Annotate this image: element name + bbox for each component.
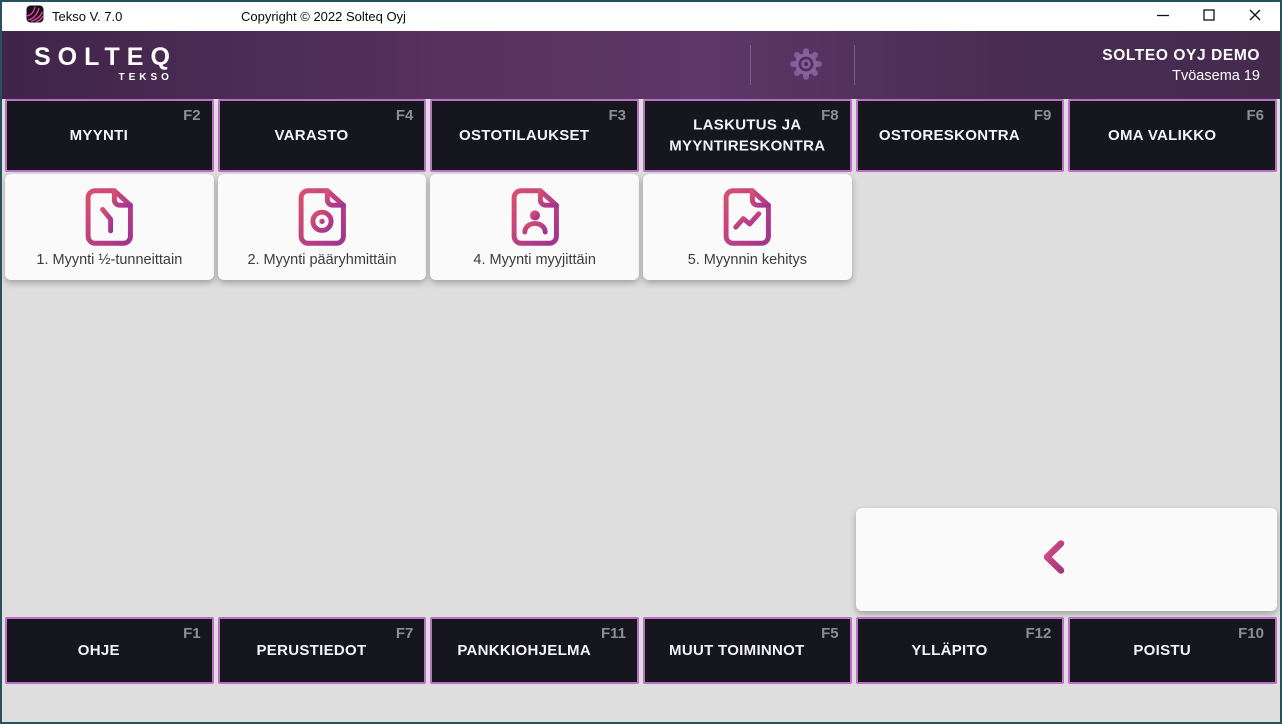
titlebar: Tekso V. 7.0 Copyright © 2022 Solteq Oyj (2, 2, 1280, 31)
logo-primary-text: SOLTEQ (34, 45, 177, 70)
menu-button-oma-valikko[interactable]: F6 OMA VALIKKO (1068, 99, 1277, 172)
minimize-button[interactable] (1140, 2, 1186, 31)
menu-button-myynti[interactable]: F2 MYYNTI (5, 99, 214, 172)
document-clock-icon (82, 187, 136, 252)
settings-button[interactable] (788, 46, 824, 84)
minimize-icon (1157, 9, 1169, 24)
menu-button-ostotilaukset[interactable]: F3 OSTOTILAUKSET (430, 99, 639, 172)
bottom-button-row: F1 OHJE F7 PERUSTIEDOT F11 PANKKIOHJELMA… (2, 617, 1280, 684)
company-name: SOLTEO OYJ DEMO (1102, 47, 1260, 65)
tile-label: 2. Myynti pääryhmittäin (247, 252, 396, 268)
header-divider-right (854, 45, 855, 85)
tile-myynti-half-hour[interactable]: 1. Myynti ½-tunneittain (5, 174, 214, 280)
menu-button-varasto[interactable]: F4 VARASTO (218, 99, 427, 172)
top-button-row: F2 MYYNTI F4 VARASTO F3 OSTOTILAUKSET F8… (2, 99, 1280, 172)
fkey-badge: F4 (396, 107, 414, 124)
button-label: OMA VALIKKO (1085, 125, 1239, 147)
arrow-left-icon (1037, 537, 1095, 582)
button-label: PANKKIOHJELMA (447, 640, 601, 662)
document-person-icon (508, 187, 562, 252)
window-title: Tekso V. 7.0 (52, 9, 122, 24)
app-window: Tekso V. 7.0 Copyright © 2022 Solteq Oyj (0, 0, 1282, 724)
button-label: OSTORESKONTRA (873, 125, 1027, 147)
header-divider-left (750, 45, 751, 85)
button-label: POISTU (1085, 640, 1239, 662)
button-label: OHJE (22, 640, 176, 662)
tile-label: 1. Myynti ½-tunneittain (36, 252, 182, 268)
tile-row: 1. Myynti ½-tunneittain 2. Myynti pääryh… (2, 174, 1280, 280)
close-button[interactable] (1232, 2, 1278, 31)
button-label: MYYNTI (22, 125, 176, 147)
session-info: SOLTEO OYJ DEMO Tvöasema 19 (1102, 31, 1260, 99)
button-label: LASKUTUS JA MYYNTIRESKONTRA (653, 114, 842, 158)
maximize-icon (1203, 9, 1215, 24)
workstation-label: Tvöasema 19 (1172, 68, 1260, 84)
fkey-badge: F11 (601, 625, 626, 642)
main-area: F2 MYYNTI F4 VARASTO F3 OSTOTILAUKSET F8… (2, 99, 1280, 722)
menu-button-pankkiohjelma[interactable]: F11 PANKKIOHJELMA (430, 617, 639, 684)
menu-button-ohje[interactable]: F1 OHJE (5, 617, 214, 684)
button-label: PERUSTIEDOT (235, 640, 389, 662)
tile-myynnin-kehitys[interactable]: 5. Myynnin kehitys (643, 174, 852, 280)
tile-label: 4. Myynti myyjittäin (473, 252, 595, 268)
copyright-text: Copyright © 2022 Solteq Oyj (241, 2, 406, 31)
close-icon (1249, 9, 1261, 24)
app-header: SOLTEQ TEKSO (2, 31, 1280, 99)
menu-button-perustiedot[interactable]: F7 PERUSTIEDOT (218, 617, 427, 684)
fkey-badge: F5 (821, 625, 839, 642)
fkey-badge: F12 (1025, 625, 1051, 642)
titlebar-app-info: Tekso V. 7.0 (26, 5, 122, 28)
document-target-icon (295, 187, 349, 252)
button-label: YLLÄPITO (873, 640, 1027, 662)
button-label: OSTOTILAUKSET (447, 125, 601, 147)
menu-button-ostoreskontra[interactable]: F9 OSTORESKONTRA (856, 99, 1065, 172)
fkey-badge: F1 (183, 625, 201, 642)
window-controls (1140, 2, 1278, 31)
back-button[interactable] (856, 508, 1277, 611)
fkey-badge: F3 (608, 107, 626, 124)
fkey-badge: F10 (1238, 625, 1264, 642)
menu-button-laskutus-ja-myyntireskontra[interactable]: F8 LASKUTUS JA MYYNTIRESKONTRA (643, 99, 852, 172)
menu-button-muut-toiminnot[interactable]: F5 MUUT TOIMINNOT (643, 617, 852, 684)
menu-button-poistu[interactable]: F10 POISTU (1068, 617, 1277, 684)
tile-myynti-paaryhmittain[interactable]: 2. Myynti pääryhmittäin (218, 174, 427, 280)
tile-label: 5. Myynnin kehitys (688, 252, 807, 268)
solteq-logo-icon (26, 5, 44, 28)
fkey-badge: F7 (396, 625, 414, 642)
maximize-button[interactable] (1186, 2, 1232, 31)
fkey-badge: F2 (183, 107, 201, 124)
tile-myynti-myyjittain[interactable]: 4. Myynti myyjittäin (430, 174, 639, 280)
fkey-badge: F6 (1246, 107, 1264, 124)
solteq-tekso-logo: SOLTEQ TEKSO (34, 45, 177, 83)
back-row (2, 508, 1280, 611)
button-label: MUUT TOIMINNOT (660, 640, 814, 662)
logo-secondary-text: TEKSO (34, 72, 173, 83)
fkey-badge: F9 (1034, 107, 1052, 124)
button-label: VARASTO (235, 125, 389, 147)
gear-icon (789, 47, 823, 84)
document-trend-icon (720, 187, 774, 252)
menu-button-yllapito[interactable]: F12 YLLÄPITO (856, 617, 1065, 684)
